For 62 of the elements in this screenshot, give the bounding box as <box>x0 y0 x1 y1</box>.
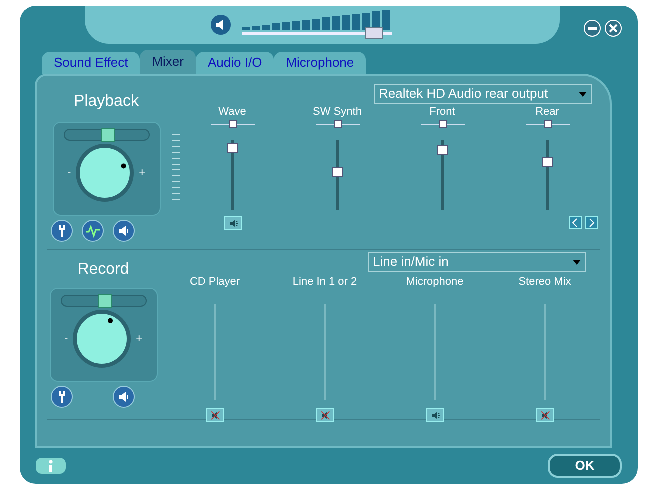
info-button[interactable] <box>36 458 66 474</box>
minus-label: - <box>64 332 68 347</box>
mute-button[interactable] <box>206 408 224 422</box>
channel-label: Stereo Mix <box>518 275 572 288</box>
settings-button[interactable] <box>51 220 73 242</box>
minus-label: - <box>67 166 72 181</box>
settings-button[interactable] <box>51 386 73 408</box>
channel-label: Wave <box>218 105 246 118</box>
tab[interactable]: Mixer <box>140 50 196 74</box>
next-button[interactable] <box>585 216 598 229</box>
equalizer-icon <box>86 224 100 238</box>
channel-label: Line In 1 or 2 <box>292 275 358 288</box>
section-title: Record <box>78 260 130 280</box>
close-button[interactable] <box>605 20 622 37</box>
slider-thumb[interactable] <box>438 120 446 128</box>
slider-thumb[interactable] <box>334 120 342 128</box>
speaker-button[interactable] <box>113 386 135 408</box>
mute-button[interactable] <box>224 216 242 230</box>
dropdown-arrow-icon <box>573 260 581 264</box>
output-dropdown[interactable]: Realtek HD Audio rear output <box>374 84 592 104</box>
mute-button[interactable] <box>316 408 334 422</box>
slider-thumb[interactable] <box>228 120 236 128</box>
plus-label: + <box>139 166 146 181</box>
equalizer-button[interactable] <box>82 220 104 242</box>
slider-thumb[interactable] <box>227 143 238 153</box>
slider-thumb[interactable] <box>437 144 448 155</box>
close-icon <box>609 24 618 33</box>
input-dropdown[interactable]: Line in/Mic in <box>368 252 586 272</box>
slider-thumb[interactable] <box>364 27 383 39</box>
balance-slider[interactable] <box>64 129 150 141</box>
previous-button[interactable] <box>569 216 582 229</box>
channel-label: Microphone <box>406 275 464 288</box>
volume-bars-icon <box>242 10 390 30</box>
slider-thumb[interactable] <box>98 294 112 308</box>
minimize-icon <box>588 27 597 30</box>
mute-button[interactable] <box>536 408 554 422</box>
ok-button[interactable]: OK <box>548 454 622 478</box>
mute-button[interactable] <box>426 408 444 422</box>
channel-label: Rear <box>536 105 560 118</box>
speaker-icon <box>117 224 131 238</box>
slider-thumb[interactable] <box>100 128 114 142</box>
channel-label: Front <box>430 105 456 118</box>
volume-knob[interactable] <box>75 143 136 203</box>
plus-label: + <box>136 332 143 347</box>
tab[interactable]: Sound Effect <box>42 52 140 74</box>
section-title: Playback <box>74 92 139 112</box>
dropdown-arrow-icon <box>579 92 587 96</box>
slider-thumb[interactable] <box>544 120 552 128</box>
volume-knob[interactable] <box>72 309 132 369</box>
tab[interactable]: Microphone <box>274 52 366 74</box>
speaker-icon[interactable] <box>210 14 232 36</box>
minimize-button[interactable] <box>584 20 601 37</box>
slider-thumb[interactable] <box>542 156 553 167</box>
info-icon <box>48 460 54 472</box>
channel-label: CD Player <box>190 275 240 288</box>
channel-label: SW Synth <box>313 105 362 118</box>
tab[interactable]: Audio I/O <box>196 52 274 74</box>
balance-slider[interactable] <box>60 295 146 307</box>
speaker-button[interactable] <box>113 220 135 242</box>
slider-thumb[interactable] <box>332 167 343 177</box>
volume-slider[interactable] <box>242 10 392 40</box>
speaker-icon <box>117 390 131 404</box>
